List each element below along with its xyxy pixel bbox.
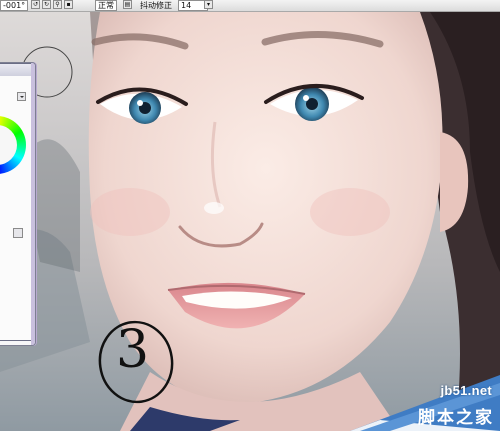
stabilizer-dropdown-button[interactable]: ▾ (204, 0, 213, 9)
rotate-right-button[interactable]: ↻ (42, 0, 51, 9)
watermark-site: jb51.net (440, 383, 492, 398)
portrait-illustration (0, 12, 500, 431)
rotate-left-button[interactable]: ↺ (31, 0, 40, 9)
color-panel[interactable] (0, 62, 36, 346)
panel-titlebar[interactable] (0, 64, 31, 76)
watermark: jb51.net 脚本之家 (350, 375, 500, 431)
panel-menu-button[interactable] (17, 92, 26, 101)
flip-button[interactable]: ▪ (64, 0, 73, 9)
zoom-button[interactable]: ⚲ (53, 0, 62, 9)
top-toolbar: -001° ↺ ↻ ⚲ ▪ 正常 ▤ 抖动修正 14 ▾ (0, 0, 500, 12)
drawing-canvas[interactable]: 3 (0, 12, 500, 431)
color-panel-frame (0, 63, 32, 341)
blend-mode-select[interactable]: 正常 (95, 0, 117, 11)
stabilizer-label: 抖动修正 (140, 1, 172, 10)
color-picker-icon[interactable] (13, 228, 23, 238)
color-wheel[interactable] (0, 116, 26, 174)
panel-scrollbar[interactable] (31, 63, 35, 345)
blend-options-button[interactable]: ▤ (123, 0, 132, 9)
step-number-annotation: 3 (116, 320, 150, 380)
watermark-name: 脚本之家 (418, 408, 494, 428)
rotation-angle-field[interactable]: -001° (0, 0, 29, 11)
